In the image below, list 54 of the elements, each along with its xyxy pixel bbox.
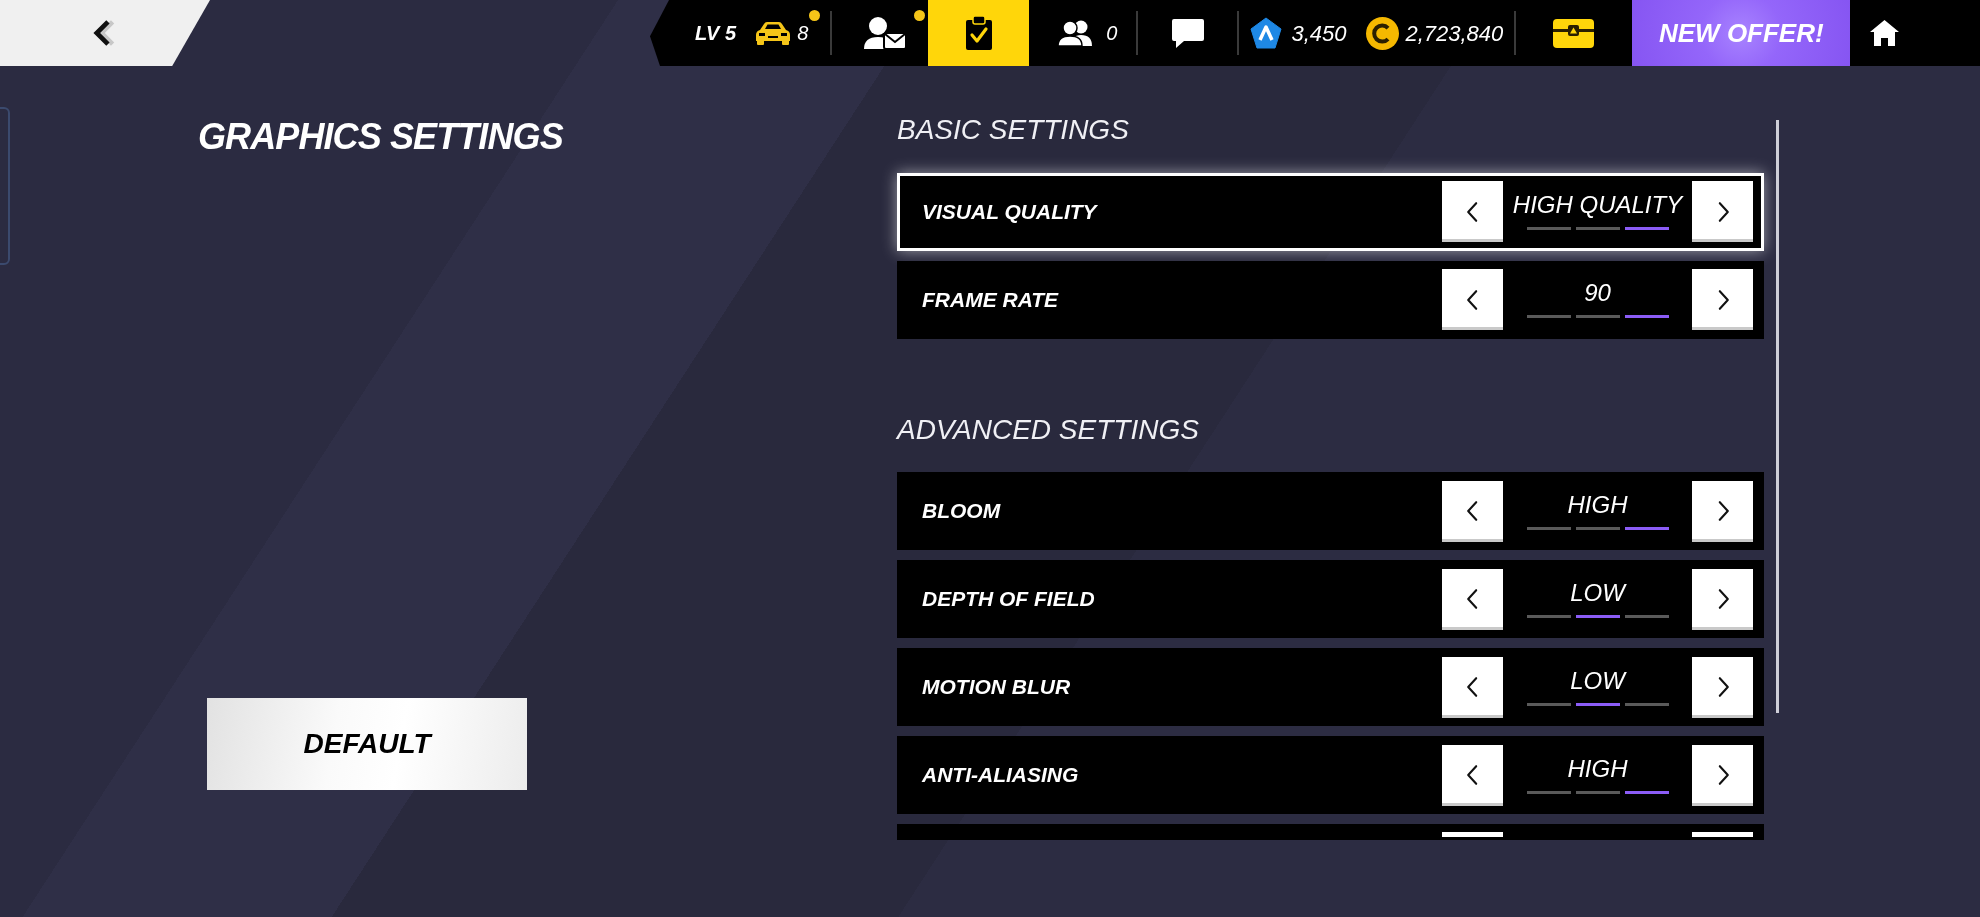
setting-value: LOW xyxy=(1570,668,1625,693)
next-button[interactable] xyxy=(1692,832,1753,838)
player-level: LV 5 xyxy=(695,21,737,46)
next-button[interactable] xyxy=(1692,480,1753,542)
setting-row[interactable] xyxy=(897,824,1764,841)
next-button[interactable] xyxy=(1692,656,1753,718)
setting-row[interactable]: MOTION BLUR LOW xyxy=(897,648,1764,727)
car-count: 8 xyxy=(797,21,809,46)
coin-icon xyxy=(1366,16,1400,50)
friends-icon[interactable] xyxy=(1057,19,1095,47)
previous-button[interactable] xyxy=(1442,656,1503,718)
chat-icon[interactable] xyxy=(1170,17,1207,49)
scrollbar[interactable] xyxy=(1776,120,1779,713)
next-button[interactable] xyxy=(1692,269,1753,331)
next-button[interactable] xyxy=(1692,744,1753,806)
setting-value: HIGH QUALITY xyxy=(1512,193,1683,218)
setting-label: MOTION BLUR xyxy=(922,674,1072,701)
friends-count: 0 xyxy=(1106,21,1118,46)
setting-row[interactable]: DEPTH OF FIELD LOW xyxy=(897,560,1764,639)
coin-balance: 2,723,840 xyxy=(1405,19,1504,48)
setting-value: LOW xyxy=(1570,580,1625,605)
previous-button[interactable] xyxy=(1442,181,1503,243)
clipboard-check-icon xyxy=(963,15,994,51)
previous-button[interactable] xyxy=(1442,832,1503,838)
setting-label: FRAME RATE xyxy=(922,286,1060,313)
setting-row[interactable]: FRAME RATE 90 xyxy=(897,260,1764,339)
setting-value: 90 xyxy=(1584,281,1611,306)
next-button[interactable] xyxy=(1692,568,1753,630)
section-heading: BASIC SETTINGS xyxy=(897,113,1130,147)
next-button[interactable] xyxy=(1692,181,1753,243)
previous-button[interactable] xyxy=(1442,744,1503,806)
tasks-button[interactable] xyxy=(928,0,1030,66)
setting-row[interactable]: VISUAL QUALITY HIGH QUALITY xyxy=(897,172,1764,251)
previous-button[interactable] xyxy=(1442,269,1503,331)
chest-icon[interactable] xyxy=(1553,17,1595,49)
setting-label: BLOOM xyxy=(922,498,1002,525)
setting-label: VISUAL QUALITY xyxy=(922,198,1099,225)
setting-label: ANTI-ALIASING xyxy=(922,762,1080,789)
offer-button[interactable]: NEW OFFER! xyxy=(1632,0,1851,66)
token-icon xyxy=(1250,17,1283,49)
setting-value: HIGH xyxy=(1567,492,1628,517)
home-icon[interactable] xyxy=(1869,19,1901,47)
car-icon[interactable] xyxy=(754,21,793,45)
previous-button[interactable] xyxy=(1442,480,1503,542)
page-title: GRAPHICS SETTINGS xyxy=(198,115,563,159)
setting-row[interactable]: ANTI-ALIASING HIGH xyxy=(897,736,1764,815)
setting-row[interactable]: BLOOM HIGH xyxy=(897,472,1764,551)
setting-value: HIGH xyxy=(1567,756,1628,781)
default-button[interactable]: DEFAULT xyxy=(207,698,527,791)
previous-button[interactable] xyxy=(1442,568,1503,630)
token-balance: 3,450 xyxy=(1291,19,1347,48)
setting-label: DEPTH OF FIELD xyxy=(922,586,1096,613)
back-button[interactable] xyxy=(0,0,210,66)
section-heading: ADVANCED SETTINGS xyxy=(897,412,1200,447)
